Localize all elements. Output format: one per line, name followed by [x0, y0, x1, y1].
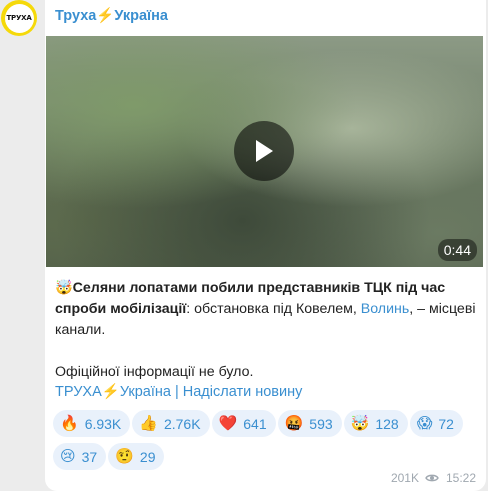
thumbs-up-icon: 👍 [139, 414, 158, 432]
reaction-count: 593 [309, 415, 333, 432]
reaction-crying[interactable]: 😢 37 [53, 443, 107, 470]
message-text: 🤯Селяни лопатами побили представників ТЦ… [55, 278, 479, 383]
reaction-count: 2.76K [163, 415, 201, 432]
channel-avatar[interactable]: ТРУХА [1, 0, 37, 36]
hashtag-link[interactable]: Волинь [361, 301, 409, 317]
crying-face-icon: 😢 [60, 447, 76, 465]
paragraph-2: Офіційної інформації не було. [55, 364, 254, 380]
footer-links[interactable]: ТРУХА⚡Україна | Надіслати новину [55, 383, 302, 400]
heart-icon: ❤️ [218, 414, 238, 432]
play-icon [256, 140, 273, 162]
reaction-fire[interactable]: 🔥 6.93K [53, 410, 131, 437]
raised-eyebrow-icon: 🤨 [115, 447, 134, 465]
reactions-bar: 🔥 6.93K 👍 2.76K ❤️ 641 🤬 593 🤯 128 😱 72 😢 37 🤨 29 [53, 410, 483, 476]
eye-icon [425, 474, 439, 482]
play-button[interactable] [234, 121, 294, 181]
reaction-count: 128 [375, 415, 399, 432]
message-meta: 201K 15:22 [391, 471, 476, 485]
reaction-scream[interactable]: 😱 72 [409, 410, 463, 437]
reaction-count: 72 [438, 415, 454, 432]
cursing-face-icon: 🤬 [284, 414, 304, 432]
reaction-mind-blown[interactable]: 🤯 128 [343, 410, 408, 437]
channel-name[interactable]: Труха⚡Україна [55, 7, 168, 24]
scream-icon: 😱 [416, 414, 433, 432]
view-count: 201K [390, 471, 419, 485]
avatar-logo: ТРУХА [4, 3, 34, 33]
fire-icon: 🔥 [60, 414, 79, 432]
reaction-heart[interactable]: ❤️ 641 [211, 410, 276, 437]
reaction-count: 641 [243, 415, 267, 432]
video-preview[interactable]: 0:44 [46, 36, 483, 267]
message-bubble: Труха⚡Україна 0:44 🤯Селяни лопатами поби… [45, 0, 486, 491]
reaction-count: 6.93K [84, 415, 122, 432]
reaction-count: 37 [81, 448, 98, 465]
reaction-thumbs-up[interactable]: 👍 2.76K [132, 410, 210, 437]
message-time: 15:22 [445, 471, 476, 485]
video-duration: 0:44 [437, 239, 477, 261]
reaction-cursing[interactable]: 🤬 593 [277, 410, 342, 437]
reaction-count: 29 [139, 448, 156, 465]
mind-blown-icon: 🤯 [350, 414, 370, 432]
reaction-raised-eyebrow[interactable]: 🤨 29 [108, 443, 165, 470]
emoji-lead: 🤯 [55, 280, 73, 296]
body-before-link: : обстановка під Ковелем, [186, 301, 361, 317]
